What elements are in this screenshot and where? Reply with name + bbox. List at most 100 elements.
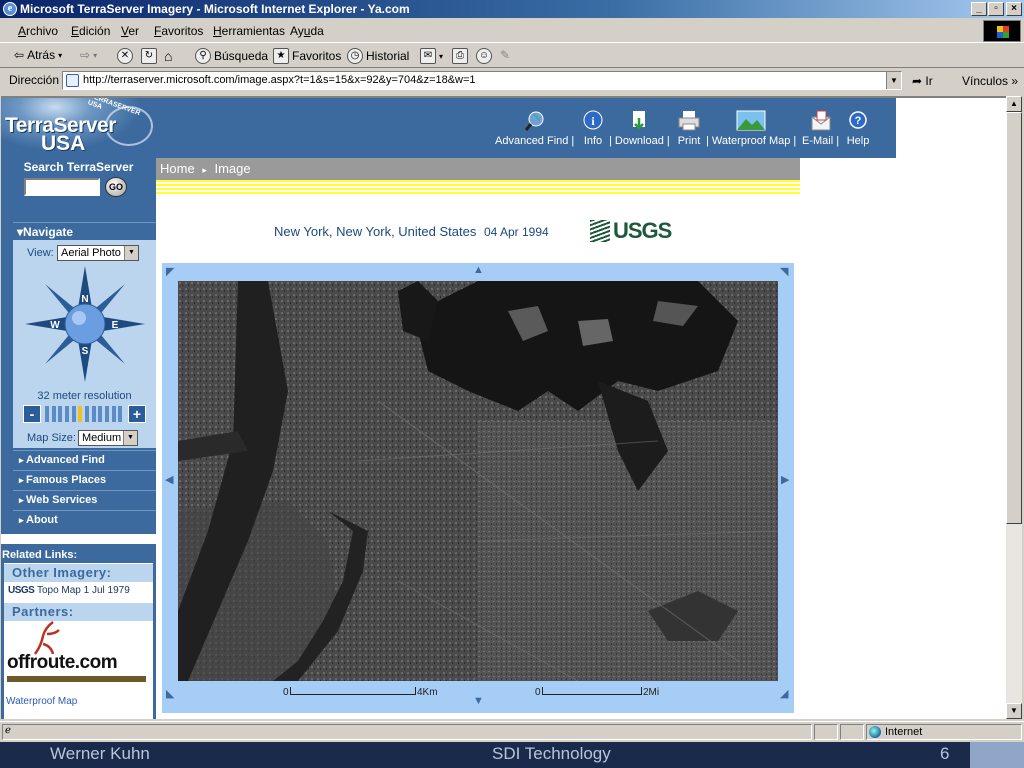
- close-button[interactable]: ×: [1006, 2, 1022, 16]
- nav-help[interactable]: ? Help: [846, 110, 870, 147]
- history-button[interactable]: ◷ Historial: [347, 48, 409, 64]
- pan-west-button[interactable]: ◀: [165, 473, 173, 486]
- compass-south[interactable]: S: [82, 346, 89, 357]
- zoom-slider[interactable]: - +: [23, 405, 146, 423]
- pan-east-button[interactable]: ▶: [781, 473, 789, 486]
- sidebar-item-advanced-find[interactable]: Advanced Find: [13, 450, 156, 470]
- zoom-tick-current[interactable]: [78, 406, 83, 422]
- back-button[interactable]: ⇦ Atrás ▾: [14, 48, 62, 62]
- aerial-photo-new-york: [178, 281, 778, 681]
- compass-east[interactable]: E: [112, 320, 119, 331]
- stop-button[interactable]: ✕: [117, 48, 133, 64]
- offroute-bar: [7, 676, 146, 682]
- compass-west[interactable]: W: [50, 320, 60, 331]
- zoom-tick[interactable]: [105, 406, 109, 422]
- discuss-button[interactable]: ✎: [500, 48, 510, 62]
- pan-southeast-button[interactable]: ◢: [780, 687, 788, 700]
- pan-southwest-button[interactable]: ◣: [166, 687, 174, 700]
- nav-download[interactable]: | Download |: [609, 110, 670, 147]
- menu-favoritos[interactable]: Favoritos: [154, 24, 203, 38]
- window-title: Microsoft TerraServer Imagery - Microsof…: [20, 2, 410, 16]
- address-input[interactable]: http://terraserver.microsoft.com/image.a…: [62, 71, 902, 90]
- minimize-button[interactable]: _: [971, 2, 987, 16]
- scroll-thumb[interactable]: [1006, 112, 1022, 524]
- search-button[interactable]: ⚲ Búsqueda: [195, 48, 268, 64]
- page-icon: [66, 74, 79, 87]
- related-links-title: Related Links:: [2, 549, 78, 561]
- zoom-tick[interactable]: [65, 406, 69, 422]
- pan-south-button[interactable]: ▼: [473, 695, 484, 707]
- zoom-tick[interactable]: [85, 406, 89, 422]
- footer-author: Werner Kuhn: [50, 744, 150, 763]
- menu-herramientas[interactable]: Herramientas: [213, 24, 285, 38]
- usgs-small-logo: USGS: [8, 585, 35, 596]
- zoom-tick[interactable]: [71, 406, 76, 422]
- discuss-icon: ✎: [500, 48, 511, 62]
- menu-bar: Archivo Edición Ver Favoritos Herramient…: [0, 19, 1024, 43]
- home-icon: ⌂: [164, 48, 173, 64]
- vertical-scrollbar[interactable]: ▲ ▼: [1006, 96, 1022, 719]
- zoom-tick[interactable]: [98, 406, 103, 422]
- nav-advanced-find[interactable]: Advanced Find |: [495, 110, 574, 147]
- breadcrumb-home[interactable]: Home: [160, 161, 195, 176]
- sidebar-item-about[interactable]: About: [13, 510, 156, 530]
- address-bar: Dirección http://terraserver.microsoft.c…: [0, 69, 1024, 93]
- topo-map-link[interactable]: USGS Topo Map 1 Jul 1979: [8, 585, 130, 596]
- compass-rose[interactable]: N S W E: [23, 264, 147, 384]
- restore-button[interactable]: ▫: [988, 2, 1004, 16]
- sidebar-item-web-services[interactable]: Web Services: [13, 490, 156, 510]
- zoom-tick[interactable]: [51, 406, 56, 422]
- footer-accent: [970, 742, 1024, 768]
- address-dropdown-button[interactable]: ▼: [886, 72, 901, 89]
- menu-ayuda[interactable]: Ayuda: [290, 24, 324, 38]
- nav-print[interactable]: Print: [677, 110, 701, 147]
- zoom-in-button[interactable]: +: [128, 405, 146, 423]
- scroll-down-button[interactable]: ▼: [1006, 703, 1022, 719]
- scroll-up-button[interactable]: ▲: [1006, 96, 1022, 112]
- mail-button[interactable]: ✉ ▾: [420, 48, 443, 64]
- pan-northeast-button[interactable]: ◥: [780, 265, 788, 278]
- search-go-button[interactable]: GO: [105, 177, 127, 197]
- nav-waterproof-map[interactable]: | Waterproof Map |: [706, 110, 796, 147]
- map-size-select[interactable]: Medium ▼: [78, 430, 138, 446]
- aerial-image[interactable]: [178, 281, 778, 681]
- zoom-tick[interactable]: [111, 406, 116, 422]
- search-input[interactable]: [24, 178, 100, 196]
- zoom-tick[interactable]: [45, 406, 49, 422]
- terraserver-logo[interactable]: TERRASERVER USA TerraServer USA: [1, 98, 156, 158]
- zoom-out-button[interactable]: -: [23, 405, 41, 423]
- status-text: ℯ: [2, 724, 812, 740]
- zoom-tick[interactable]: [118, 406, 123, 422]
- waterproof-map-link[interactable]: Waterproof Map: [6, 696, 77, 707]
- favorites-button[interactable]: ★ Favoritos: [273, 48, 341, 64]
- offroute-logo[interactable]: offroute.com: [7, 620, 147, 682]
- address-url: http://terraserver.microsoft.com/image.a…: [83, 74, 476, 86]
- breadcrumb-separator-icon: ▸: [202, 165, 207, 175]
- view-select[interactable]: Aerial Photo ▼: [57, 245, 139, 261]
- go-button[interactable]: ➦ Ir: [912, 74, 933, 88]
- logo-subtitle: USA: [41, 132, 86, 155]
- pan-north-button[interactable]: ▲: [473, 264, 484, 276]
- print-button[interactable]: ⎙: [452, 48, 468, 64]
- forward-button[interactable]: ⇨ ▾: [80, 48, 97, 62]
- nav-info[interactable]: i Info: [581, 110, 605, 147]
- status-segment: [840, 724, 864, 740]
- compass-north[interactable]: N: [81, 294, 88, 305]
- links-button[interactable]: Vínculos »: [962, 74, 1018, 88]
- pan-northwest-button[interactable]: ◤: [166, 265, 174, 278]
- menu-edicion[interactable]: Edición: [71, 24, 110, 38]
- sidebar-item-famous-places[interactable]: Famous Places: [13, 470, 156, 490]
- messenger-button[interactable]: ☺: [476, 48, 492, 64]
- navigate-panel: View: Aerial Photo ▼ N S W E 32 meter re…: [13, 240, 156, 448]
- zoom-tick[interactable]: [91, 406, 96, 422]
- home-button[interactable]: ⌂: [164, 48, 172, 64]
- refresh-button[interactable]: ↻: [141, 48, 157, 64]
- usgs-logo[interactable]: USGS: [590, 218, 672, 244]
- svg-text:?: ?: [855, 115, 862, 127]
- menu-archivo[interactable]: Archivo: [18, 24, 58, 38]
- zoom-tick[interactable]: [58, 406, 63, 422]
- nav-email[interactable]: E-Mail |: [802, 110, 839, 147]
- navigate-header[interactable]: ▾Navigate: [13, 222, 156, 240]
- page-viewport: TERRASERVER USA TerraServer USA Advanced…: [1, 96, 1006, 719]
- menu-ver[interactable]: Ver: [121, 24, 139, 38]
